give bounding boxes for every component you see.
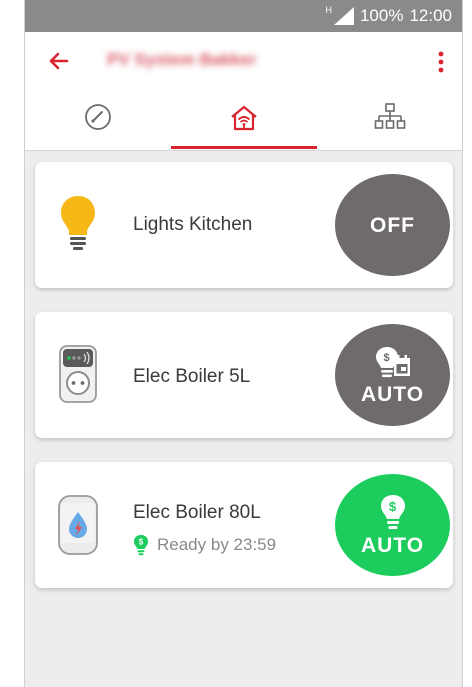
signal-icon [333,7,354,25]
tab-bar [25,94,462,150]
app-header: PV System Bakker [25,32,462,150]
solar-schedule-icon: $ [375,346,410,377]
device-name: Elec Boiler 5L [133,366,251,387]
device-card-elec-boiler-5l[interactable]: Elec Boiler 5L $ AUTO [35,312,453,438]
smart-plug-icon [53,344,103,408]
page-title: PV System Bakker [107,50,257,69]
more-options-icon[interactable] [434,48,448,76]
button-label: AUTO [360,534,425,557]
water-heater-icon [53,494,103,558]
header-divider [25,150,462,151]
svg-text:$: $ [139,538,144,547]
device-status: $ Ready by 23:59 [133,534,276,556]
phone-frame: H 100% 12:00 PV System Bakker Lights Kit… [0,0,472,687]
device-name: Elec Boiler 80L [133,502,261,523]
battery-level: 100% [359,6,404,25]
solar-bulb-icon: $ [134,535,148,556]
device-mode-button[interactable]: $ AUTO [335,474,450,576]
clock: 12:00 [409,6,452,25]
network-tree-icon [374,103,406,129]
device-card-lights-kitchen[interactable]: Lights Kitchen OFF [35,162,453,288]
svg-text:$: $ [383,352,390,364]
active-tab-indicator [171,146,317,149]
back-arrow-icon[interactable] [45,47,73,75]
device-toggle-button[interactable]: OFF [335,174,450,276]
tab-dashboard[interactable] [25,94,171,150]
svg-text:$: $ [388,499,396,514]
network-type: H [325,5,332,15]
gauge-icon [85,104,111,130]
lightbulb-icon [53,194,103,258]
solar-bulb-icon: $ [380,495,405,529]
status-text: Ready by 23:59 [157,535,277,554]
status-bar: H 100% 12:00 [25,0,462,32]
device-name: Lights Kitchen [133,214,253,235]
tab-home[interactable] [171,94,317,150]
device-mode-button[interactable]: $ AUTO [335,324,450,426]
button-label: AUTO [360,382,425,406]
tab-network[interactable] [317,94,462,150]
device-card-elec-boiler-80l[interactable]: Elec Boiler 80L $ Ready by 23:59 $ AUTO [35,462,453,588]
button-label: OFF [370,213,415,237]
home-wifi-icon [231,105,257,131]
app-screen: H 100% 12:00 PV System Bakker Lights Kit… [24,0,463,687]
